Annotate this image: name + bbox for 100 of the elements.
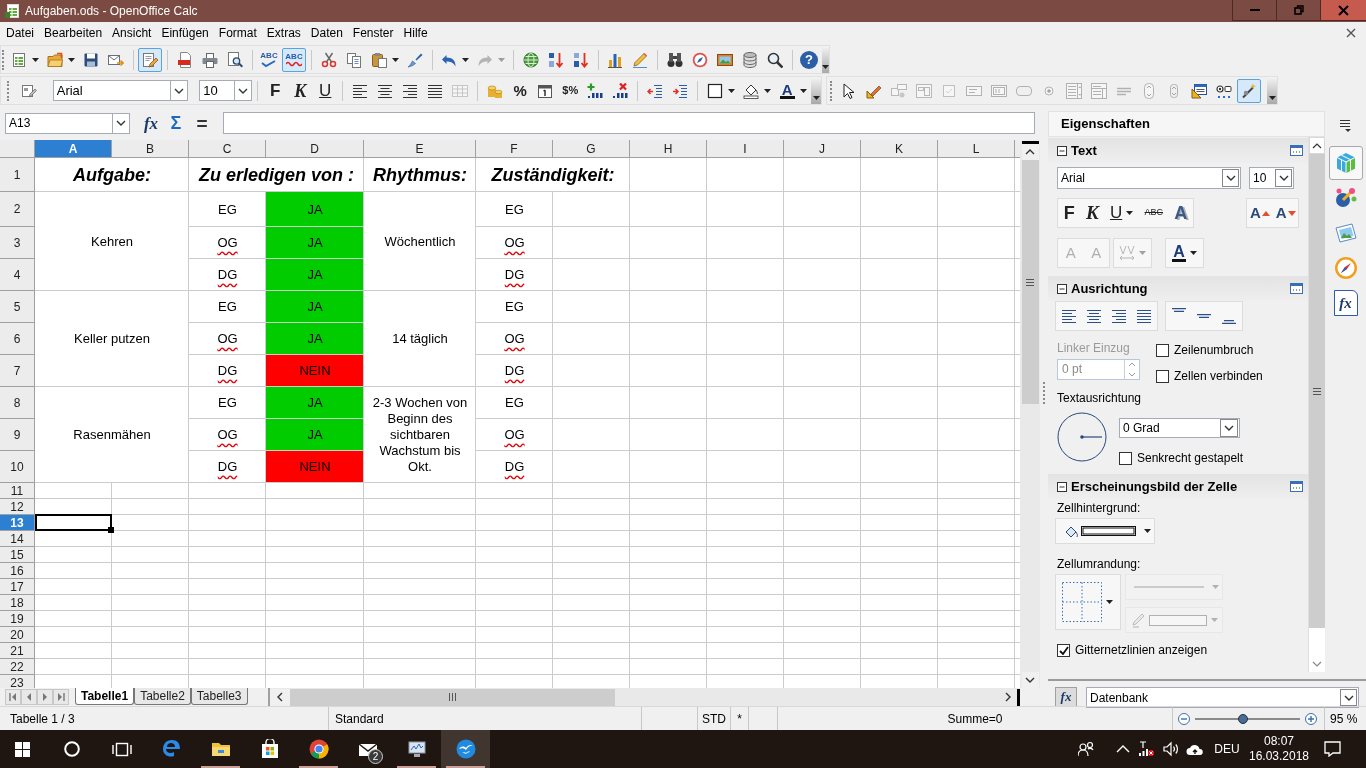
vertical-scrollbar[interactable] (1020, 140, 1040, 688)
zoom-in-button[interactable] (1305, 712, 1317, 725)
fill-handle[interactable] (108, 527, 114, 533)
split-handle[interactable] (1017, 688, 1020, 706)
row-header[interactable]: 11 (0, 483, 35, 499)
row-header[interactable]: 10 (0, 451, 35, 483)
sheet-tab[interactable]: Tabelle1 (75, 688, 135, 705)
row-header[interactable]: 18 (0, 595, 35, 611)
menu-item[interactable]: Format (213, 23, 262, 43)
strikethrough-button[interactable]: ABC (1141, 199, 1166, 227)
menu-item[interactable]: Datei (1, 23, 39, 43)
auto-spellcheck-button[interactable]: ABC (282, 47, 306, 72)
row-header[interactable]: 19 (0, 611, 35, 627)
more-options-button[interactable] (1290, 283, 1303, 294)
row-header[interactable]: 4 (0, 259, 35, 291)
row-header[interactable]: 22 (0, 659, 35, 675)
checkbox[interactable] (1119, 452, 1132, 465)
column-header[interactable]: B (112, 140, 189, 158)
column-header[interactable]: H (630, 140, 707, 158)
toolbar-overflow-button[interactable] (822, 46, 829, 73)
font-size-combo-box[interactable]: 10 (199, 80, 253, 101)
column-header[interactable]: A (35, 140, 112, 158)
menu-item[interactable]: Daten (305, 23, 348, 43)
row-header[interactable]: 12 (0, 499, 35, 515)
angle-combo-box[interactable]: 0 Grad (1119, 418, 1240, 438)
menu-item[interactable]: Bearbeiten (39, 23, 108, 43)
menu-item[interactable]: Fenster (347, 23, 399, 43)
increase-font-button[interactable]: A (1247, 199, 1273, 227)
more-options-button[interactable] (1290, 481, 1303, 492)
italic-button[interactable]: K (288, 78, 313, 103)
minimize-button[interactable] (1232, 0, 1276, 21)
close-document-button[interactable] (1344, 26, 1358, 40)
menu-item[interactable]: Extras (261, 23, 306, 43)
cell-background-button[interactable] (1055, 518, 1155, 544)
split-handle[interactable] (1021, 141, 1039, 144)
menu-item[interactable]: Hilfe (398, 23, 433, 43)
spelling-button[interactable]: ABC (257, 47, 281, 72)
zoom-slider-thumb[interactable] (1238, 713, 1249, 724)
cell-borders-button[interactable] (1055, 574, 1121, 630)
font-color-button[interactable]: A (1169, 239, 1200, 267)
angle-dial[interactable] (1057, 412, 1107, 462)
column-header[interactable]: F (476, 140, 553, 158)
horizontal-scrollbar[interactable] (270, 688, 1020, 706)
sheet-tab[interactable]: Tabelle2 (134, 688, 191, 705)
scrollbar-thumb[interactable] (1309, 154, 1325, 628)
checkbox[interactable] (1156, 344, 1169, 357)
font-name-combo-box[interactable]: Arial (1057, 167, 1241, 189)
row-header[interactable]: 2 (0, 192, 35, 227)
sidebar-menu-button[interactable] (1337, 118, 1354, 134)
more-options-button[interactable] (1290, 145, 1303, 156)
input-language-button[interactable]: DEU (1210, 734, 1244, 764)
function-category-combo-box[interactable]: Datenbank (1086, 687, 1359, 708)
close-button[interactable] (1320, 0, 1366, 21)
row-header[interactable]: 6 (0, 323, 35, 355)
font-name-combo-box[interactable]: Arial (52, 80, 189, 101)
checkbox[interactable] (1156, 370, 1169, 383)
column-header[interactable]: K (861, 140, 938, 158)
row-header[interactable]: 14 (0, 531, 35, 547)
bold-button[interactable]: F (263, 78, 288, 103)
row-header[interactable]: 21 (0, 643, 35, 659)
cell-cursor[interactable] (35, 514, 112, 531)
row-header[interactable]: 13 (0, 515, 35, 531)
font-size-combo-box[interactable]: 10 (1249, 167, 1294, 189)
bold-button[interactable]: F (1060, 199, 1078, 227)
toolbar-grip[interactable] (830, 80, 833, 101)
scroll-down-button[interactable] (1021, 672, 1039, 688)
previous-sheet-button[interactable] (21, 689, 37, 705)
decrease-font-button[interactable]: A (1272, 199, 1299, 227)
column-header[interactable]: D (266, 140, 364, 158)
font-color-button[interactable]: A (775, 78, 811, 103)
zoom-out-button[interactable] (1178, 712, 1190, 725)
function-wizard-button[interactable]: fx (139, 111, 163, 135)
underline-button[interactable]: U (313, 78, 338, 103)
name-box[interactable]: A13 (5, 112, 130, 134)
insert-function-button[interactable]: fx (1055, 687, 1077, 707)
formula-input-field[interactable] (223, 112, 1035, 134)
scrollbar-thumb[interactable] (290, 688, 615, 706)
italic-button[interactable]: K (1082, 199, 1102, 227)
menu-item[interactable]: Einfügen (156, 23, 214, 43)
scroll-left-button[interactable] (270, 688, 290, 706)
row-header[interactable]: 9 (0, 419, 35, 451)
toolbar-overflow-button[interactable] (811, 77, 821, 104)
row-header[interactable]: 15 (0, 547, 35, 563)
scrollbar-thumb[interactable] (1021, 160, 1039, 404)
underline-button[interactable]: U (1106, 199, 1137, 227)
taskbar-button[interactable]: 2 (343, 730, 392, 768)
column-header[interactable]: C (189, 140, 266, 158)
toolbar-grip[interactable] (6, 80, 10, 101)
shadow-button[interactable]: A (1171, 199, 1191, 227)
last-sheet-button[interactable] (53, 689, 69, 705)
panel-scrollbar[interactable] (1308, 137, 1325, 672)
standard-format-button[interactable]: $% (558, 78, 583, 103)
row-header[interactable]: 17 (0, 579, 35, 595)
formula-button[interactable]: = (190, 111, 214, 135)
column-header[interactable]: G (553, 140, 630, 158)
toolbar-grip[interactable] (1, 49, 5, 70)
column-header[interactable]: L (938, 140, 1015, 158)
clock-button[interactable]: 08:07 16.03.2018 (1247, 732, 1311, 766)
row-header[interactable]: 3 (0, 227, 35, 259)
menu-item[interactable]: Ansicht (107, 23, 157, 43)
